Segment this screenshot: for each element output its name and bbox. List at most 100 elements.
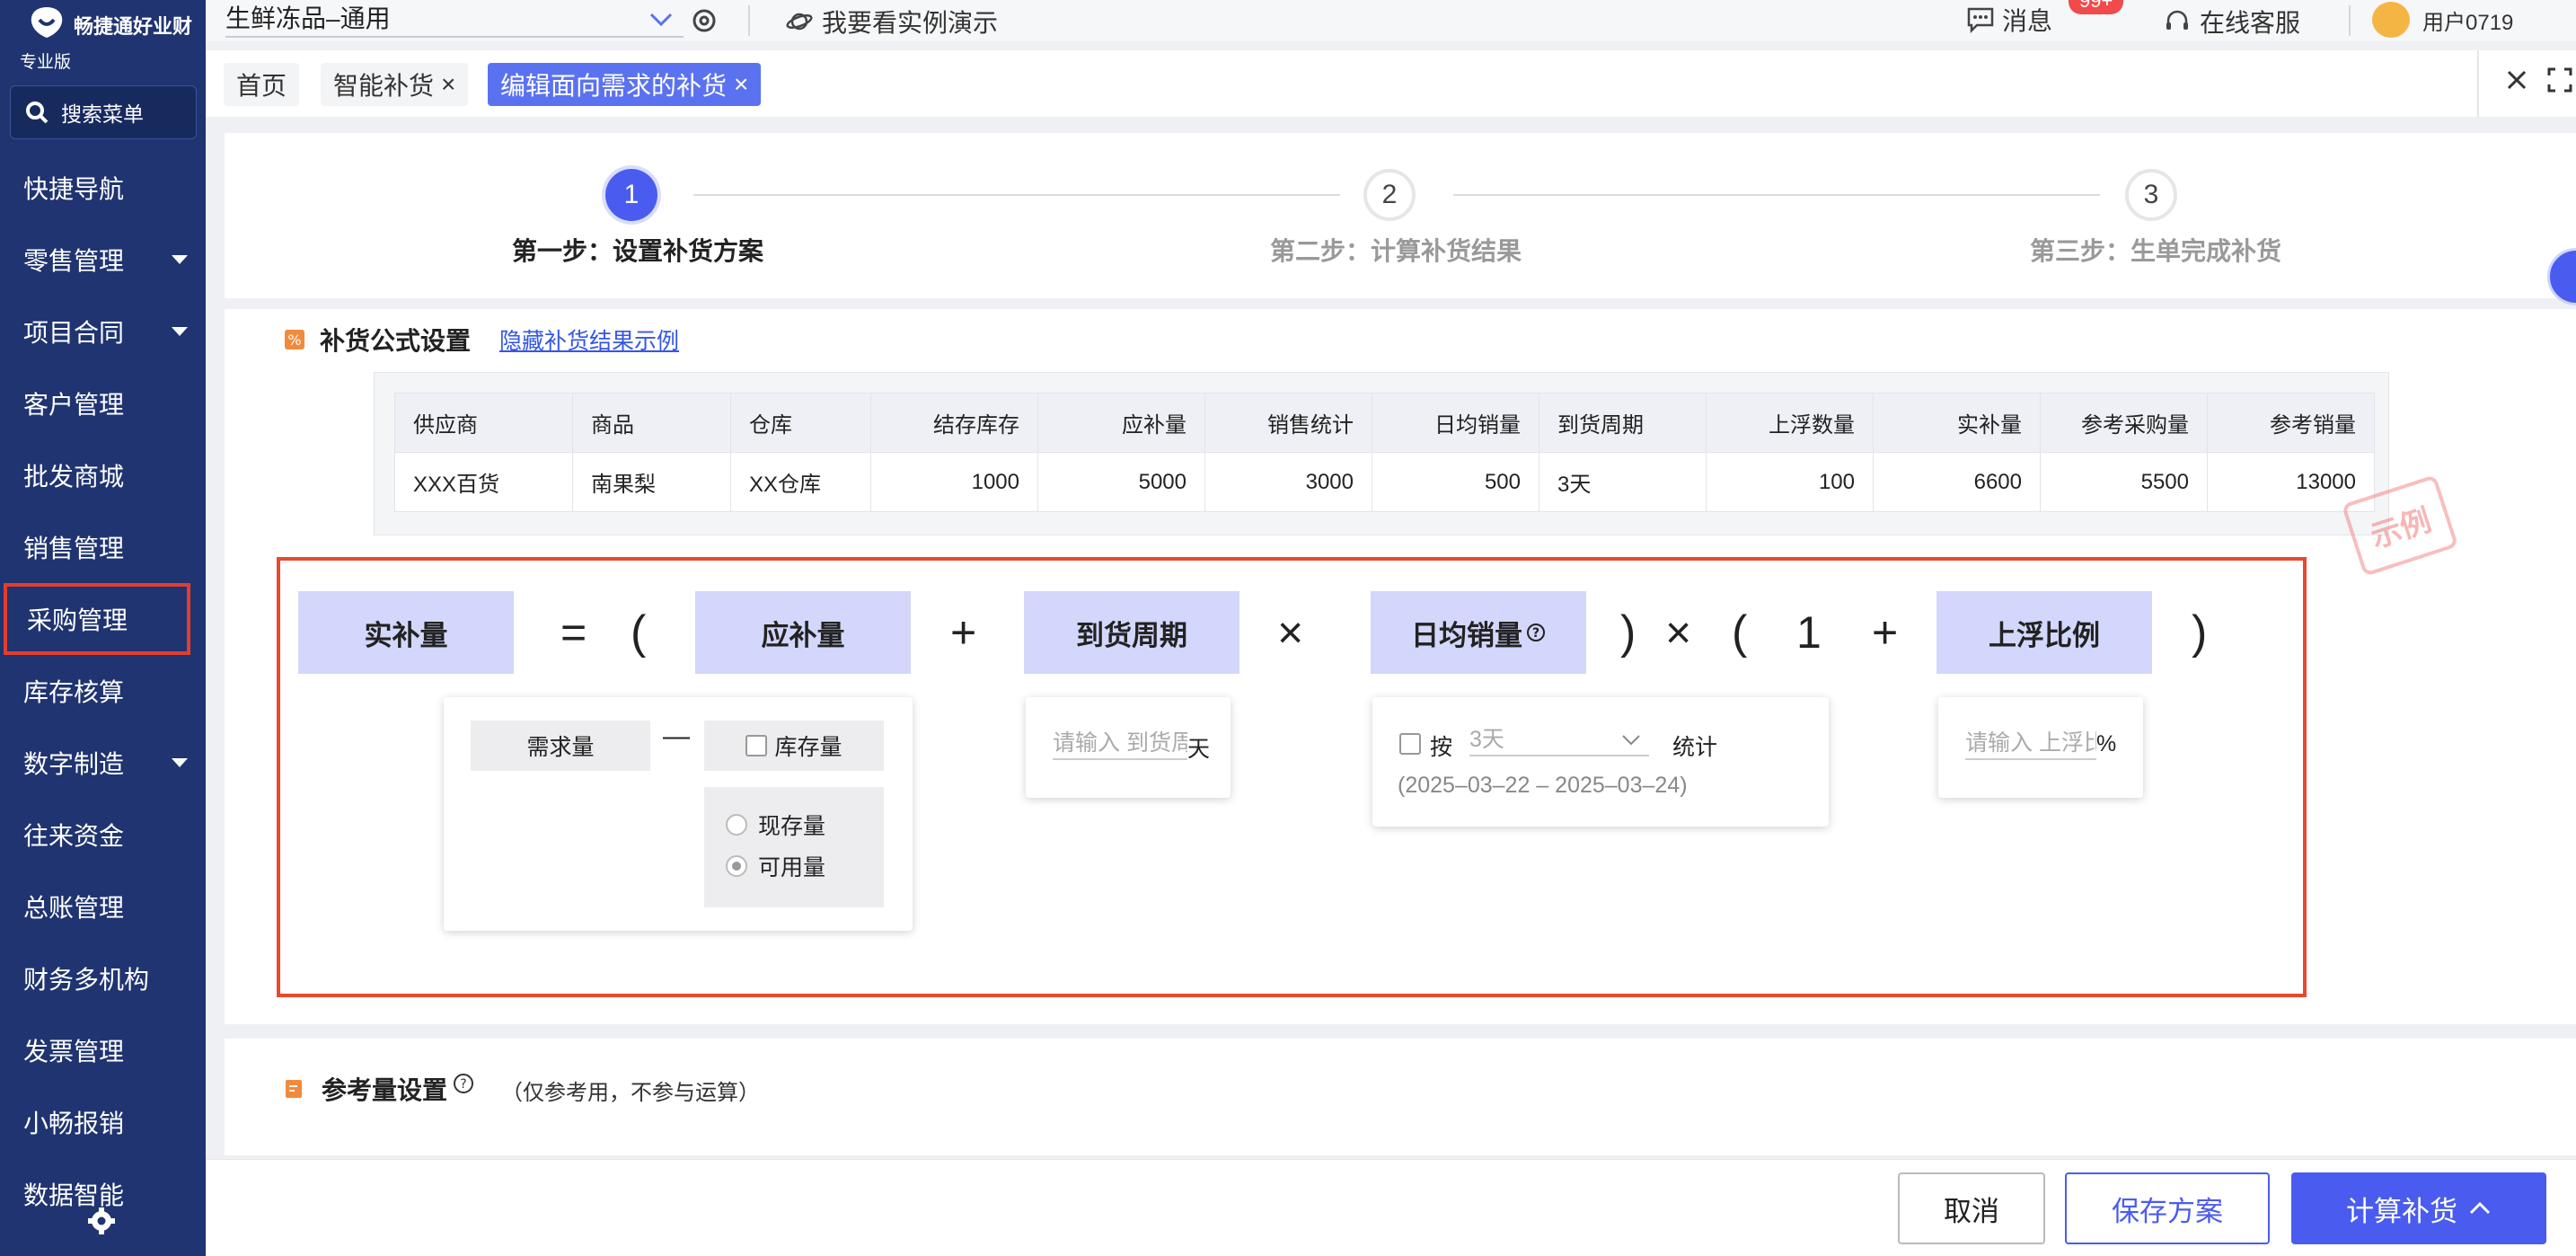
stock-qty-checkbox[interactable] bbox=[745, 735, 768, 756]
daily-sales-label: 日均销量 bbox=[1411, 619, 1522, 651]
float-ratio-input[interactable]: 请输入 上浮比例 bbox=[1965, 726, 2096, 760]
table-cell: 100 bbox=[1706, 452, 1874, 512]
sidebar-item-label: 财务多机构 bbox=[23, 966, 150, 994]
step-1-circle[interactable]: 1 bbox=[605, 169, 657, 221]
store-settings-icon[interactable] bbox=[689, 5, 719, 36]
tab[interactable]: 编辑面向需求的补货 × bbox=[488, 63, 762, 106]
settings-gear-icon[interactable] bbox=[88, 1207, 115, 1234]
sidebar-item[interactable]: 采购管理 bbox=[4, 583, 190, 655]
by-period-checkbox[interactable] bbox=[1399, 733, 1421, 755]
radio-current-stock-label: 现存量 bbox=[758, 814, 826, 839]
stock-qty-button[interactable]: 库存量 bbox=[704, 721, 884, 771]
reference-settings-panel: 参考量设置 ? （仅参考用，不参与运算） bbox=[225, 1039, 2576, 1155]
table-cell: 3天 bbox=[1539, 452, 1707, 512]
sidebar-item[interactable]: 往来资金 bbox=[0, 799, 206, 871]
lead-time-chip[interactable]: 到货周期 bbox=[1024, 591, 1239, 674]
radio-current-stock[interactable]: 现存量 bbox=[726, 809, 825, 841]
menu-search-placeholder: 搜索菜单 bbox=[61, 102, 144, 126]
sidebar-item-label: 库存核算 bbox=[23, 678, 125, 706]
headset-icon bbox=[2166, 10, 2188, 30]
tab-close-icon[interactable]: × bbox=[734, 70, 748, 99]
plus-sign: + bbox=[950, 607, 977, 658]
table-cell: 500 bbox=[1372, 452, 1539, 512]
radio-available-stock[interactable]: 可用量 bbox=[726, 850, 825, 882]
step-3-label: 第三步：生单完成补货 bbox=[2030, 237, 2282, 265]
plus-sign: + bbox=[1872, 607, 1899, 658]
table-cell: 3000 bbox=[1204, 452, 1372, 512]
sidebar-item-label: 客户管理 bbox=[23, 391, 125, 419]
save-plan-button[interactable]: 保存方案 bbox=[2065, 1172, 2270, 1244]
sidebar-item[interactable]: 项目合同 bbox=[0, 296, 206, 367]
sidebar-item[interactable]: 总账管理 bbox=[0, 871, 206, 942]
demand-qty-button[interactable]: 需求量 bbox=[471, 721, 650, 771]
menu-search-input[interactable]: 搜索菜单 bbox=[10, 85, 197, 139]
sidebar-item[interactable]: 零售管理 bbox=[0, 224, 206, 296]
sidebar-item-label: 快捷导航 bbox=[23, 175, 125, 203]
one-constant: 1 bbox=[1796, 607, 1822, 658]
float-ratio-chip[interactable]: 上浮比例 bbox=[1936, 591, 2152, 674]
sidebar-item-label: 往来资金 bbox=[23, 822, 125, 850]
sidebar-item[interactable]: 销售管理 bbox=[0, 511, 206, 583]
edition-label: 专业版 bbox=[20, 53, 72, 72]
sidebar-item[interactable]: 库存核算 bbox=[0, 655, 206, 727]
calculate-replenish-label: 计算补货 bbox=[2346, 1195, 2457, 1227]
store-select[interactable]: 生鲜冻品–通用 bbox=[225, 0, 684, 38]
column-header: 仓库 bbox=[730, 393, 871, 453]
radio-available-stock-label: 可用量 bbox=[758, 855, 826, 880]
table-row: XXX百货 南果梨 XX仓库 1000 5000 3000 500 3天 100 6600 5500… bbox=[394, 452, 2375, 512]
sidebar-item[interactable]: 批发商城 bbox=[0, 439, 206, 511]
user-menu[interactable]: 用户0719 bbox=[2372, 2, 2513, 38]
demo-link[interactable]: 我要看实例演示 bbox=[786, 4, 998, 40]
step-connector bbox=[1453, 194, 2100, 196]
tab-label: 首页 bbox=[236, 72, 287, 100]
sidebar-item[interactable]: 客户管理 bbox=[0, 367, 206, 439]
formula-settings-panel: % 补货公式设置 隐藏补货结果示例 供应商 商品 仓库 结存库存 应补量 销售统计 日均销量… bbox=[225, 309, 2576, 1024]
logo: 畅捷通好业财 专业版 bbox=[20, 4, 199, 75]
sidebar-item[interactable]: 财务多机构 bbox=[0, 942, 206, 1014]
stock-qty-label: 库存量 bbox=[774, 735, 842, 760]
sidebar-item[interactable]: 小畅报销 bbox=[0, 1086, 206, 1158]
sidebar-item-label: 零售管理 bbox=[23, 247, 125, 275]
fullscreen-icon[interactable] bbox=[2546, 66, 2573, 93]
daily-sales-chip[interactable]: 日均销量 ? bbox=[1371, 591, 1586, 674]
online-service-button[interactable]: 在线客服 bbox=[2164, 4, 2300, 40]
column-header: 参考采购量 bbox=[2040, 393, 2208, 453]
float-ratio-card: 请输入 上浮比例 % bbox=[1938, 697, 2143, 798]
lead-time-card: 请输入 到货周期 天 bbox=[1026, 697, 1231, 798]
calculate-replenish-button[interactable]: 计算补货 bbox=[2291, 1172, 2546, 1244]
formula-section-title: 补货公式设置 bbox=[320, 327, 472, 355]
replenish-qty-chip[interactable]: 应补量 bbox=[695, 591, 911, 674]
help-icon[interactable]: ? bbox=[1526, 623, 1546, 642]
column-header: 应补量 bbox=[1037, 393, 1205, 453]
messages-button[interactable]: 消息 bbox=[1966, 2, 2052, 38]
step-3-circle[interactable]: 3 bbox=[2125, 169, 2177, 221]
tab[interactable]: 智能补货 × bbox=[321, 63, 469, 106]
sidebar-item-label: 项目合同 bbox=[23, 319, 125, 347]
table-cell: 6600 bbox=[1873, 452, 2041, 512]
step-2-label: 第二步：计算补货结果 bbox=[1270, 237, 1522, 265]
left-paren: ( bbox=[631, 606, 647, 659]
tab-close-icon[interactable]: × bbox=[441, 70, 455, 99]
sidebar-item[interactable]: 快捷导航 bbox=[0, 152, 206, 224]
sidebar-item[interactable]: 发票管理 bbox=[0, 1014, 206, 1086]
tab[interactable]: 首页 bbox=[224, 63, 300, 106]
footer-actions: 取消 保存方案 计算补货 bbox=[206, 1159, 2576, 1256]
help-icon[interactable]: ? bbox=[453, 1073, 474, 1094]
reference-note: （仅参考用，不参与运算） bbox=[501, 1081, 760, 1105]
radio-button[interactable] bbox=[726, 814, 747, 836]
sidebar-item[interactable]: 数字制造 bbox=[0, 727, 206, 799]
planet-icon bbox=[786, 13, 813, 31]
radio-button[interactable] bbox=[726, 855, 747, 877]
close-icon[interactable] bbox=[2503, 66, 2530, 93]
divider bbox=[748, 5, 750, 36]
chevron-up-icon bbox=[2469, 1201, 2491, 1215]
cancel-button[interactable]: 取消 bbox=[1898, 1172, 2045, 1244]
daily-sales-card: 按 3天 统计 (2025–03–22 – 2025–03–24) bbox=[1372, 697, 1829, 827]
step-2-circle[interactable]: 2 bbox=[1363, 169, 1416, 221]
period-select-value: 3天 bbox=[1469, 727, 1504, 752]
hide-example-link[interactable]: 隐藏补货结果示例 bbox=[499, 323, 679, 356]
sidebar-item-label: 数据智能 bbox=[23, 1181, 125, 1209]
actual-replenish-chip: 实补量 bbox=[298, 591, 514, 674]
lead-time-input[interactable]: 请输入 到货周期 bbox=[1053, 726, 1187, 760]
table-cell: 5500 bbox=[2040, 452, 2208, 512]
